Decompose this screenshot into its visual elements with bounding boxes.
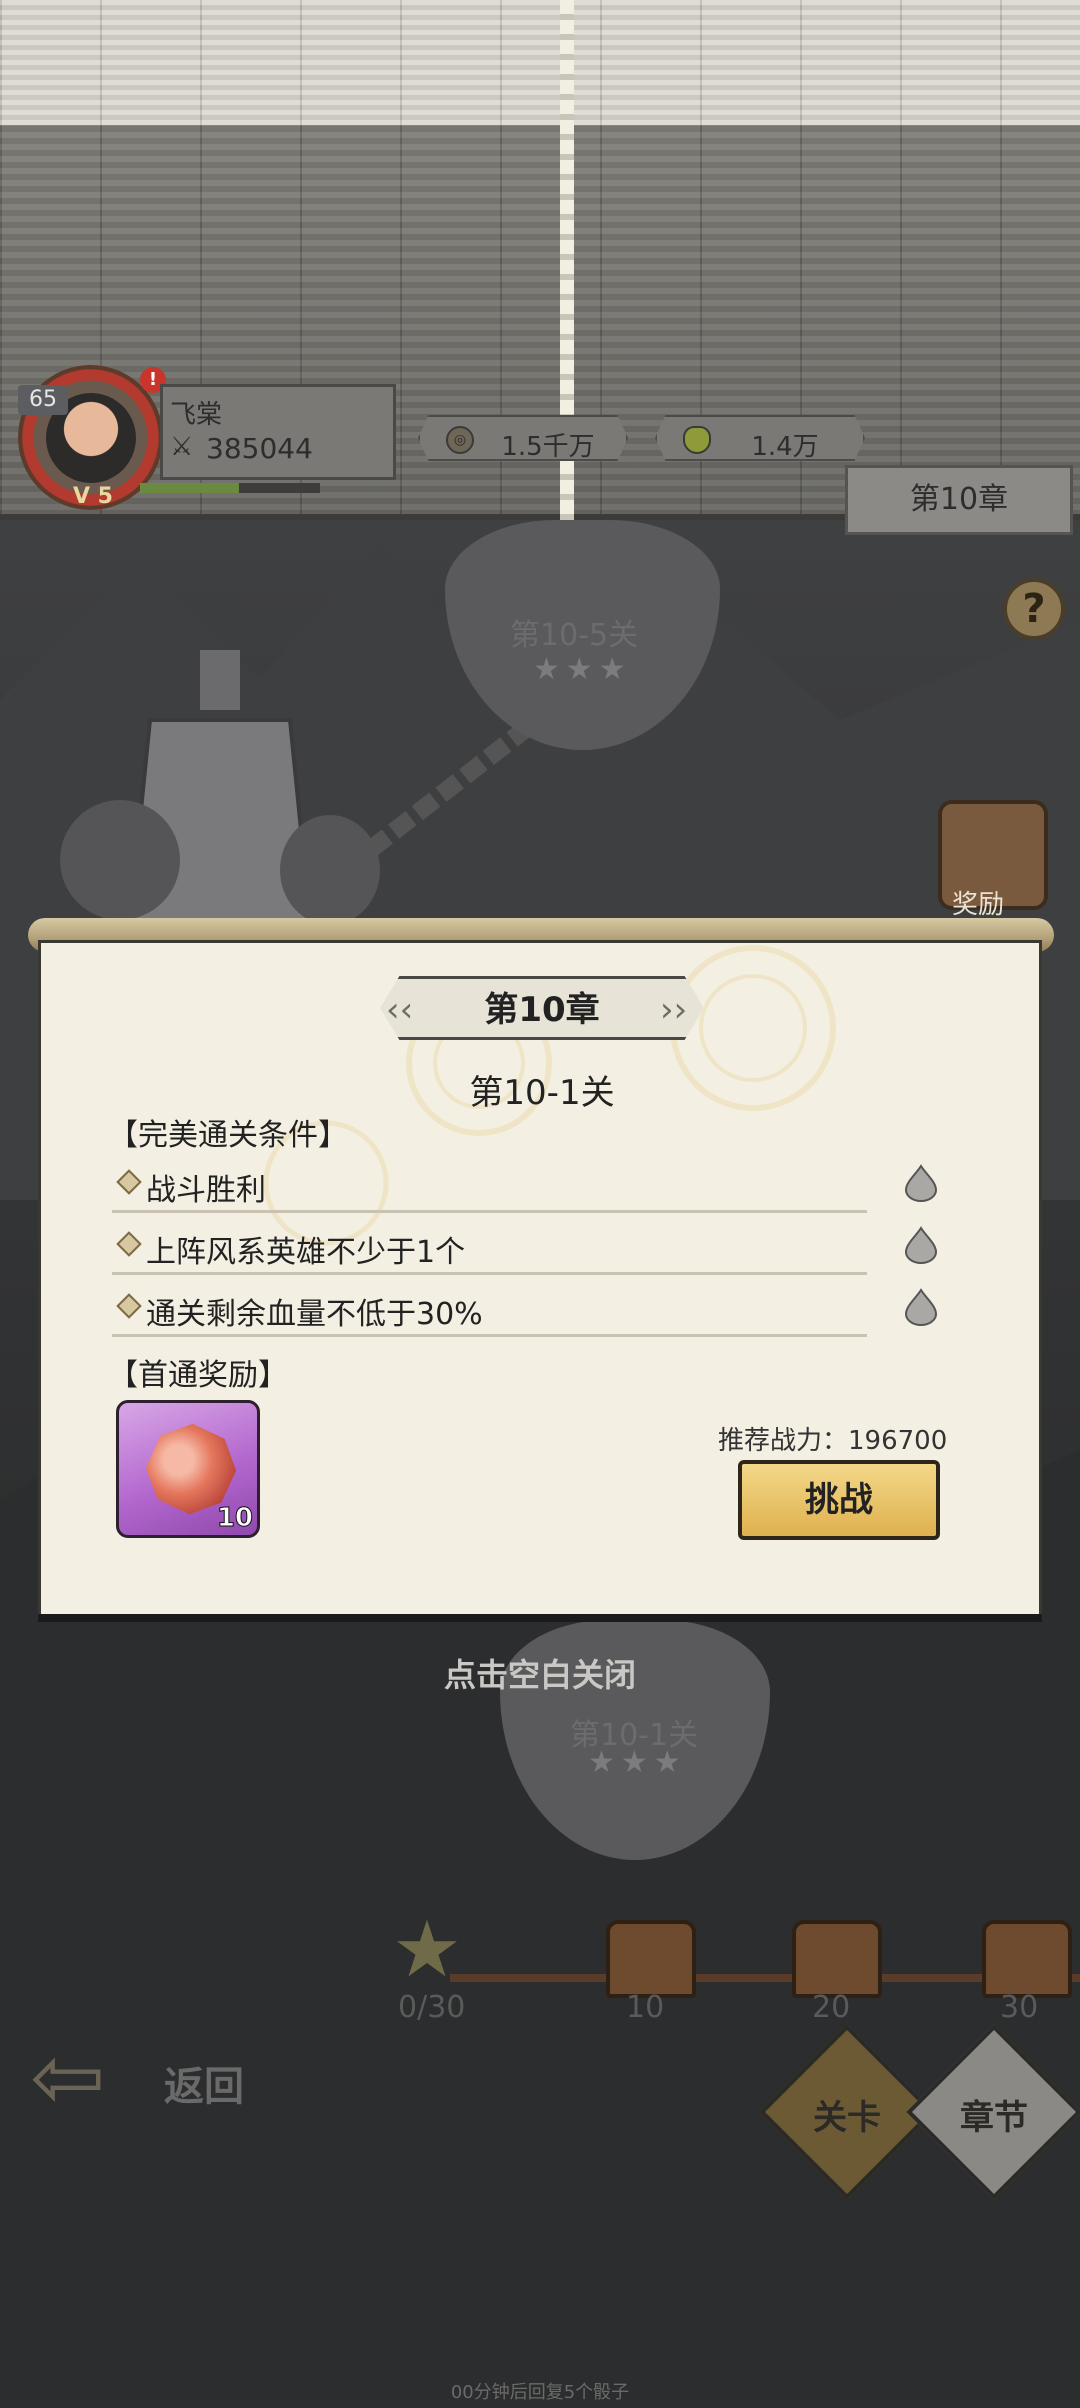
player-name: 飞棠 [170,400,223,430]
help-icon[interactable]: ? [1003,578,1065,640]
sword-monument [60,650,380,925]
coin-value: 1.5千万 [501,432,595,462]
star-count: 0/30 [398,1990,466,2025]
diamond-bullet-icon [116,1293,142,1319]
reward-item-gem[interactable]: 10 [116,1400,260,1538]
modal-chapter-title: 第10章 [484,990,600,1030]
back-arrow-icon[interactable]: ⇦ [30,2033,150,2123]
conditions-title: 【完美通关条件】 [108,1118,348,1153]
condition-row: 战斗胜利 [112,1157,867,1213]
footer-note: 00分钟后回复5个骰子 [450,2382,630,2403]
milestone-label: 20 [812,1990,851,2025]
chapter-tag[interactable]: 第10章 [845,465,1073,535]
condition-text: 战斗胜利 [146,1173,266,1208]
condition-text: 上阵风系英雄不少于1个 [146,1235,466,1270]
modal-stage-title: 第10-1关 [469,1073,615,1113]
condition-status-icon [904,1288,938,1326]
recommended-power: 推荐战力：196700 [718,1426,948,1456]
challenge-button[interactable]: 挑战 [738,1460,940,1540]
stage-label-top: 第10-5关 [510,618,639,653]
reward-button-label: 奖励 [952,890,1005,920]
stage-stars-top: ★★★ [533,652,632,687]
close-hint[interactable]: 点击空白关闭 [0,1650,1080,1696]
ingot-value: 1.4万 [751,432,819,462]
exp-bar [140,483,320,493]
condition-status-icon [904,1164,938,1202]
tab-chapter-label: 章节 [960,2098,1028,2138]
back-button[interactable]: 返回 [164,2054,244,2112]
exp-bar-fill [140,483,239,493]
diamond-bullet-icon [116,1169,142,1195]
milestone-label: 30 [1000,1990,1039,2025]
crossed-swords-icon: ⚔ [170,432,194,462]
player-power: 385044 [206,432,313,465]
reward-count: 10 [216,1503,253,1534]
currency-ingot[interactable]: 1.4万 [655,415,865,461]
treasure-chest-icon[interactable] [982,1920,1072,1998]
stage-stars-bottom: ★★★ [588,1745,687,1780]
bamboo-curtain-top [0,0,1080,125]
condition-row: 上阵风系英雄不少于1个 [112,1219,867,1275]
condition-text: 通关剩余血量不低于30% [146,1297,483,1332]
treasure-chest-icon[interactable] [792,1920,882,1998]
player-level-badge: 65 [18,385,68,415]
modal-shadow [38,1614,1042,1622]
diamond-bullet-icon [116,1231,142,1257]
condition-status-icon [904,1226,938,1264]
condition-row: 通关剩余血量不低于30% [112,1281,867,1337]
reward-title: 【首通奖励】 [108,1358,288,1393]
star-icon: ★ [392,1905,462,1995]
treasure-chest-icon[interactable] [606,1920,696,1998]
currency-coin[interactable]: ◎ 1.5千万 [418,415,628,461]
tab-stage-label: 关卡 [813,2098,881,2138]
vip-badge: V 5 [73,484,113,509]
milestone-label: 10 [626,1990,665,2025]
